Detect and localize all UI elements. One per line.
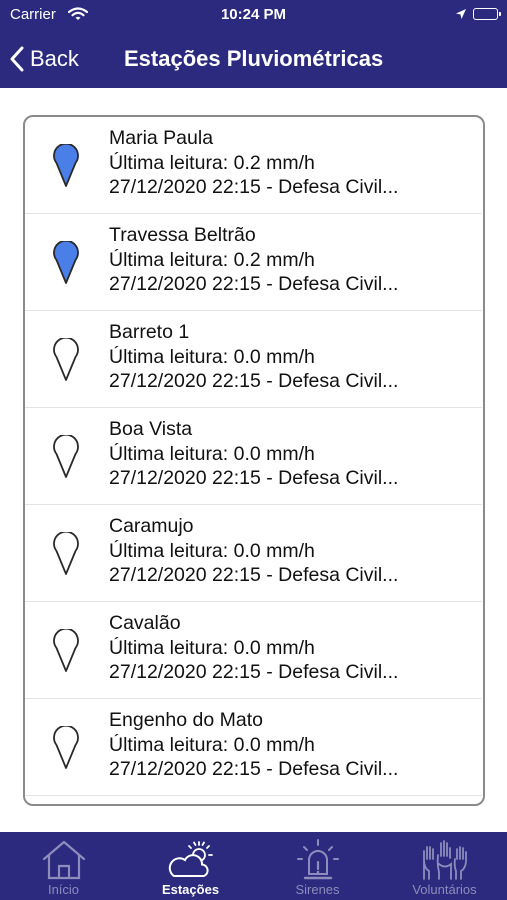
station-reading: Última leitura: 0.0 mm/h	[109, 345, 315, 368]
station-timestamp: 27/12/2020 22:15 - Defesa Civil...	[109, 273, 399, 295]
tab-estacoes[interactable]: Estações	[127, 832, 254, 900]
tab-voluntarios[interactable]: Voluntários	[381, 832, 507, 900]
station-name: Engenho do Mato	[109, 709, 263, 731]
tab-inicio[interactable]: Início	[0, 832, 127, 900]
station-row[interactable]: Caramujo Última leitura: 0.0 mm/h 27/12/…	[25, 505, 482, 602]
navigation-bar: Back Estações Pluviométricas	[0, 30, 507, 88]
station-timestamp: 27/12/2020 22:15 - Defesa Civil...	[109, 467, 399, 489]
filled-pin-icon	[53, 241, 79, 284]
station-name: Caramujo	[109, 515, 194, 537]
location-arrow-icon	[455, 7, 467, 24]
station-name: Cavalão	[109, 612, 181, 634]
station-timestamp: 27/12/2020 22:15 - Defesa Civil...	[109, 661, 399, 683]
station-timestamp: 27/12/2020 22:15 - Defesa Civil...	[109, 176, 399, 198]
station-row[interactable]: Barreto 1 Última leitura: 0.0 mm/h 27/12…	[25, 311, 482, 408]
outline-pin-icon	[53, 338, 79, 381]
station-timestamp: 27/12/2020 22:15 - Defesa Civil...	[109, 564, 399, 586]
raised-hands-icon	[422, 840, 467, 880]
siren-icon	[296, 839, 339, 880]
home-icon	[42, 840, 85, 880]
station-timestamp: 27/12/2020 22:15 - Defesa Civil...	[109, 758, 399, 780]
station-name: Travessa Beltrão	[109, 224, 256, 246]
status-time: 10:24 PM	[220, 6, 287, 23]
tab-bar: Início Estações Sirenes Voluntários	[0, 832, 507, 900]
station-row[interactable]: Travessa Beltrão Última leitura: 0.2 mm/…	[25, 214, 482, 311]
station-list[interactable]: Maria Paula Última leitura: 0.2 mm/h 27/…	[23, 115, 485, 806]
outline-pin-icon	[53, 726, 79, 769]
back-button[interactable]: Back	[10, 44, 79, 74]
status-bar: Carrier 10:24 PM	[0, 0, 507, 30]
station-name: Barreto 1	[109, 321, 190, 343]
tab-label: Início	[47, 882, 80, 897]
battery-icon	[473, 8, 501, 20]
chevron-left-icon	[10, 46, 24, 72]
station-row[interactable]: Engenho do Mato Última leitura: 0.0 mm/h…	[25, 699, 482, 796]
outline-pin-icon	[53, 629, 79, 672]
station-timestamp: 27/12/2020 22:15 - Defesa Civil...	[109, 370, 399, 392]
station-reading: Última leitura: 0.0 mm/h	[109, 733, 315, 756]
station-name: Maria Paula	[109, 127, 214, 149]
tab-label: Sirenes	[295, 882, 340, 897]
station-reading: Última leitura: 0.0 mm/h	[109, 442, 315, 465]
station-reading: Última leitura: 0.0 mm/h	[109, 636, 315, 659]
station-row[interactable]: Maria Paula Última leitura: 0.2 mm/h 27/…	[25, 117, 482, 214]
outline-pin-icon	[53, 532, 79, 575]
tab-label: Voluntários	[412, 882, 477, 897]
station-row[interactable]: Cavalão Última leitura: 0.0 mm/h 27/12/2…	[25, 602, 482, 699]
station-name: Boa Vista	[109, 418, 193, 440]
back-label: Back	[30, 46, 79, 71]
page-title: Estações Pluviométricas	[124, 46, 384, 71]
tab-label: Estações	[161, 882, 220, 897]
station-reading: Última leitura: 0.2 mm/h	[109, 248, 315, 271]
outline-pin-icon	[53, 435, 79, 478]
station-row[interactable]: Boa Vista Última leitura: 0.0 mm/h 27/12…	[25, 408, 482, 505]
filled-pin-icon	[53, 144, 79, 187]
station-reading: Última leitura: 0.2 mm/h	[109, 151, 315, 174]
station-reading: Última leitura: 0.0 mm/h	[109, 539, 315, 562]
header: Carrier 10:24 PM Back Estações Pluviomét…	[0, 0, 507, 88]
cloud-sun-icon	[168, 841, 213, 877]
tab-sirenes[interactable]: Sirenes	[254, 832, 381, 900]
